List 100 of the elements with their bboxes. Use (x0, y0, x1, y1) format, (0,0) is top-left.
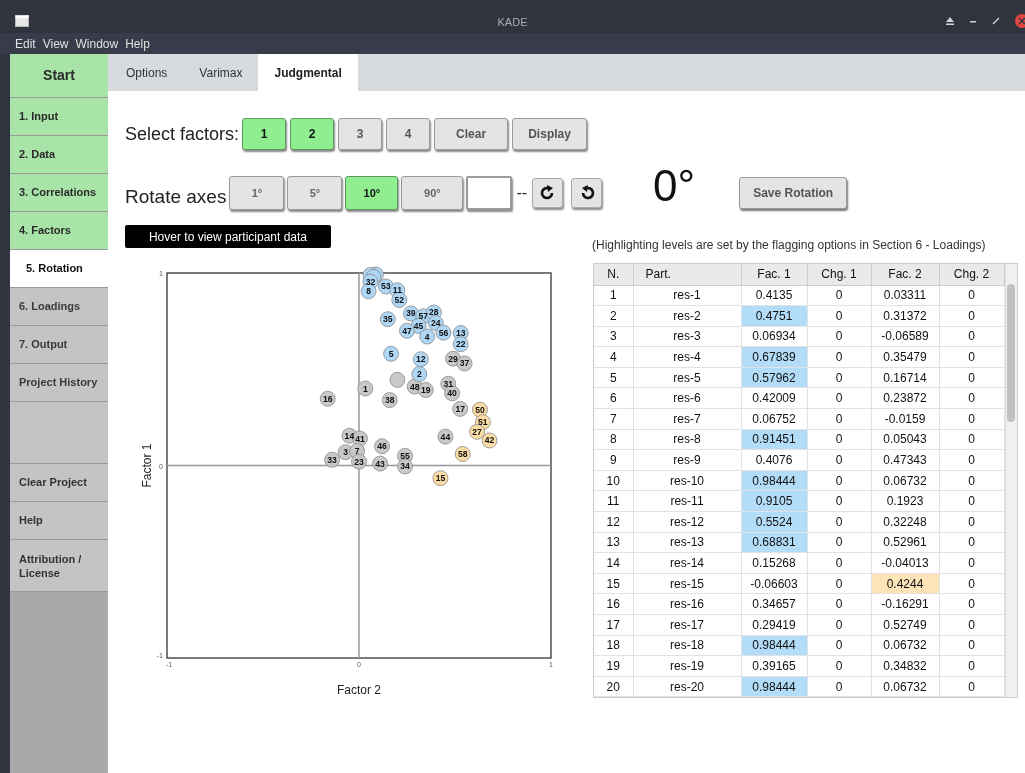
sidebar-item[interactable]: Project History (10, 364, 108, 402)
table-cell: 0 (939, 635, 1004, 656)
point-label: 24 (431, 318, 441, 329)
rotation-step-button[interactable]: 5° (287, 176, 343, 210)
column-header[interactable]: N. (594, 264, 633, 285)
table-cell: 0.47343 (871, 449, 939, 471)
menu-item[interactable]: Window (75, 34, 119, 53)
table-cell: 0 (807, 490, 871, 512)
table-cell: 0.06732 (871, 635, 939, 656)
save-rotation-button[interactable]: Save Rotation (739, 177, 848, 209)
table-cell: 0 (807, 470, 871, 491)
table-cell: 0 (807, 429, 871, 450)
point-label: 8 (366, 286, 371, 297)
table-cell: res-8 (633, 429, 741, 450)
close-icon[interactable] (1015, 14, 1025, 28)
column-header[interactable]: Part. (633, 264, 741, 285)
menu-item[interactable]: View (42, 34, 69, 53)
sidebar-item[interactable]: 7. Output (10, 326, 108, 364)
factor-button[interactable]: 2 (290, 118, 335, 150)
factor-button[interactable]: 1 (242, 118, 287, 150)
clockwise-arrow-icon (539, 185, 556, 201)
table-cell: 0.4135 (741, 285, 807, 306)
table-cell: 0.52961 (871, 532, 939, 553)
point-label: 27 (472, 426, 482, 437)
table-cell: res-9 (633, 449, 741, 471)
table-cell: 0 (939, 490, 1004, 512)
point-label: 28 (429, 307, 439, 318)
rotation-step-button[interactable]: 90° (401, 176, 464, 210)
angle-input[interactable] (466, 176, 513, 210)
sidebar-item[interactable]: 3. Correlations (10, 174, 108, 212)
tab[interactable]: Judgmental (258, 54, 358, 91)
table-cell: 12 (594, 511, 633, 533)
window-title: KADE (497, 14, 528, 30)
table-cell: 0 (939, 552, 1004, 574)
menu-item[interactable]: Help (125, 34, 150, 53)
table-cell: 0 (939, 655, 1004, 677)
table-cell: 0 (807, 346, 871, 368)
table-cell: res-1 (633, 285, 741, 306)
table-cell: 0 (939, 285, 1004, 306)
table-cell: 0 (939, 573, 1004, 594)
eject-icon[interactable] (946, 17, 954, 25)
point-label: 29 (448, 353, 458, 364)
rotation-step-button[interactable]: 1° (229, 176, 285, 210)
table-cell: -0.16291 (871, 593, 939, 615)
sidebar-item[interactable]: Clear Project (10, 464, 108, 502)
rotate-counterclockwise-button[interactable] (571, 178, 603, 208)
factor-button[interactable]: 3 (338, 118, 383, 150)
sidebar-item[interactable]: Start (10, 54, 108, 98)
sidebar-item[interactable]: 6. Loadings (10, 288, 108, 326)
table-cell: 14 (594, 552, 633, 574)
table-cell: 10 (594, 470, 633, 491)
table-cell: 11 (594, 490, 633, 512)
table-cell: 0 (807, 387, 871, 409)
point-label: 23 (354, 456, 364, 467)
table-cell: 0.35479 (871, 346, 939, 368)
point-label: 13 (456, 328, 466, 339)
table-cell: res-18 (633, 635, 741, 656)
table-cell: 0 (939, 387, 1004, 409)
sidebar-item[interactable]: 2. Data (10, 136, 108, 174)
tab[interactable]: Options (110, 54, 184, 91)
table-cell: res-20 (633, 676, 741, 697)
table-cell: 0.34832 (871, 655, 939, 677)
factor-button[interactable]: 4 (386, 118, 431, 150)
sidebar-item[interactable]: Help (10, 502, 108, 540)
table-cell: 0 (939, 305, 1004, 327)
table-cell: 0 (807, 511, 871, 533)
point-label: 46 (377, 441, 387, 452)
table-cell: 17 (594, 614, 633, 636)
point-label: 12 (416, 354, 426, 365)
table-cell: res-16 (633, 593, 741, 615)
table-cell: 18 (594, 635, 633, 656)
table-cell: 0.29419 (741, 614, 807, 636)
rotation-step-button[interactable]: 10° (345, 176, 399, 210)
column-header[interactable]: Chg. 2 (939, 264, 1004, 285)
table-cell: 0 (939, 614, 1004, 636)
point-label: 33 (327, 454, 337, 465)
table-cell: 0 (939, 429, 1004, 450)
point-label: 48 (409, 381, 420, 392)
separator-text: -- (516, 183, 528, 203)
action-button[interactable]: Display (512, 118, 588, 150)
column-header[interactable]: Chg. 1 (807, 264, 871, 285)
table-cell: 0.4076 (741, 449, 807, 471)
menu-item[interactable]: Edit (15, 34, 36, 53)
table-cell: 0 (939, 593, 1004, 615)
tab[interactable]: Varimax (183, 54, 259, 91)
table-cell: res-7 (633, 408, 741, 430)
sidebar-item[interactable]: Attribution / License (10, 540, 108, 592)
point-label: 32 (365, 276, 376, 287)
axis-title: Factor 1 (140, 443, 154, 488)
table-cell: -0.04013 (871, 552, 939, 574)
rotate-clockwise-button[interactable] (532, 178, 564, 208)
restore-icon[interactable] (992, 17, 1000, 25)
action-button[interactable]: Clear (434, 118, 509, 150)
sidebar-item[interactable]: 4. Factors (10, 212, 108, 250)
sidebar-item[interactable]: 5. Rotation (10, 250, 108, 288)
column-header[interactable]: Fac. 1 (741, 264, 807, 285)
sidebar-item[interactable]: 1. Input (10, 98, 108, 136)
table-cell: res-2 (633, 305, 741, 327)
column-header[interactable]: Fac. 2 (871, 264, 939, 285)
point-label: 4 (424, 331, 430, 342)
